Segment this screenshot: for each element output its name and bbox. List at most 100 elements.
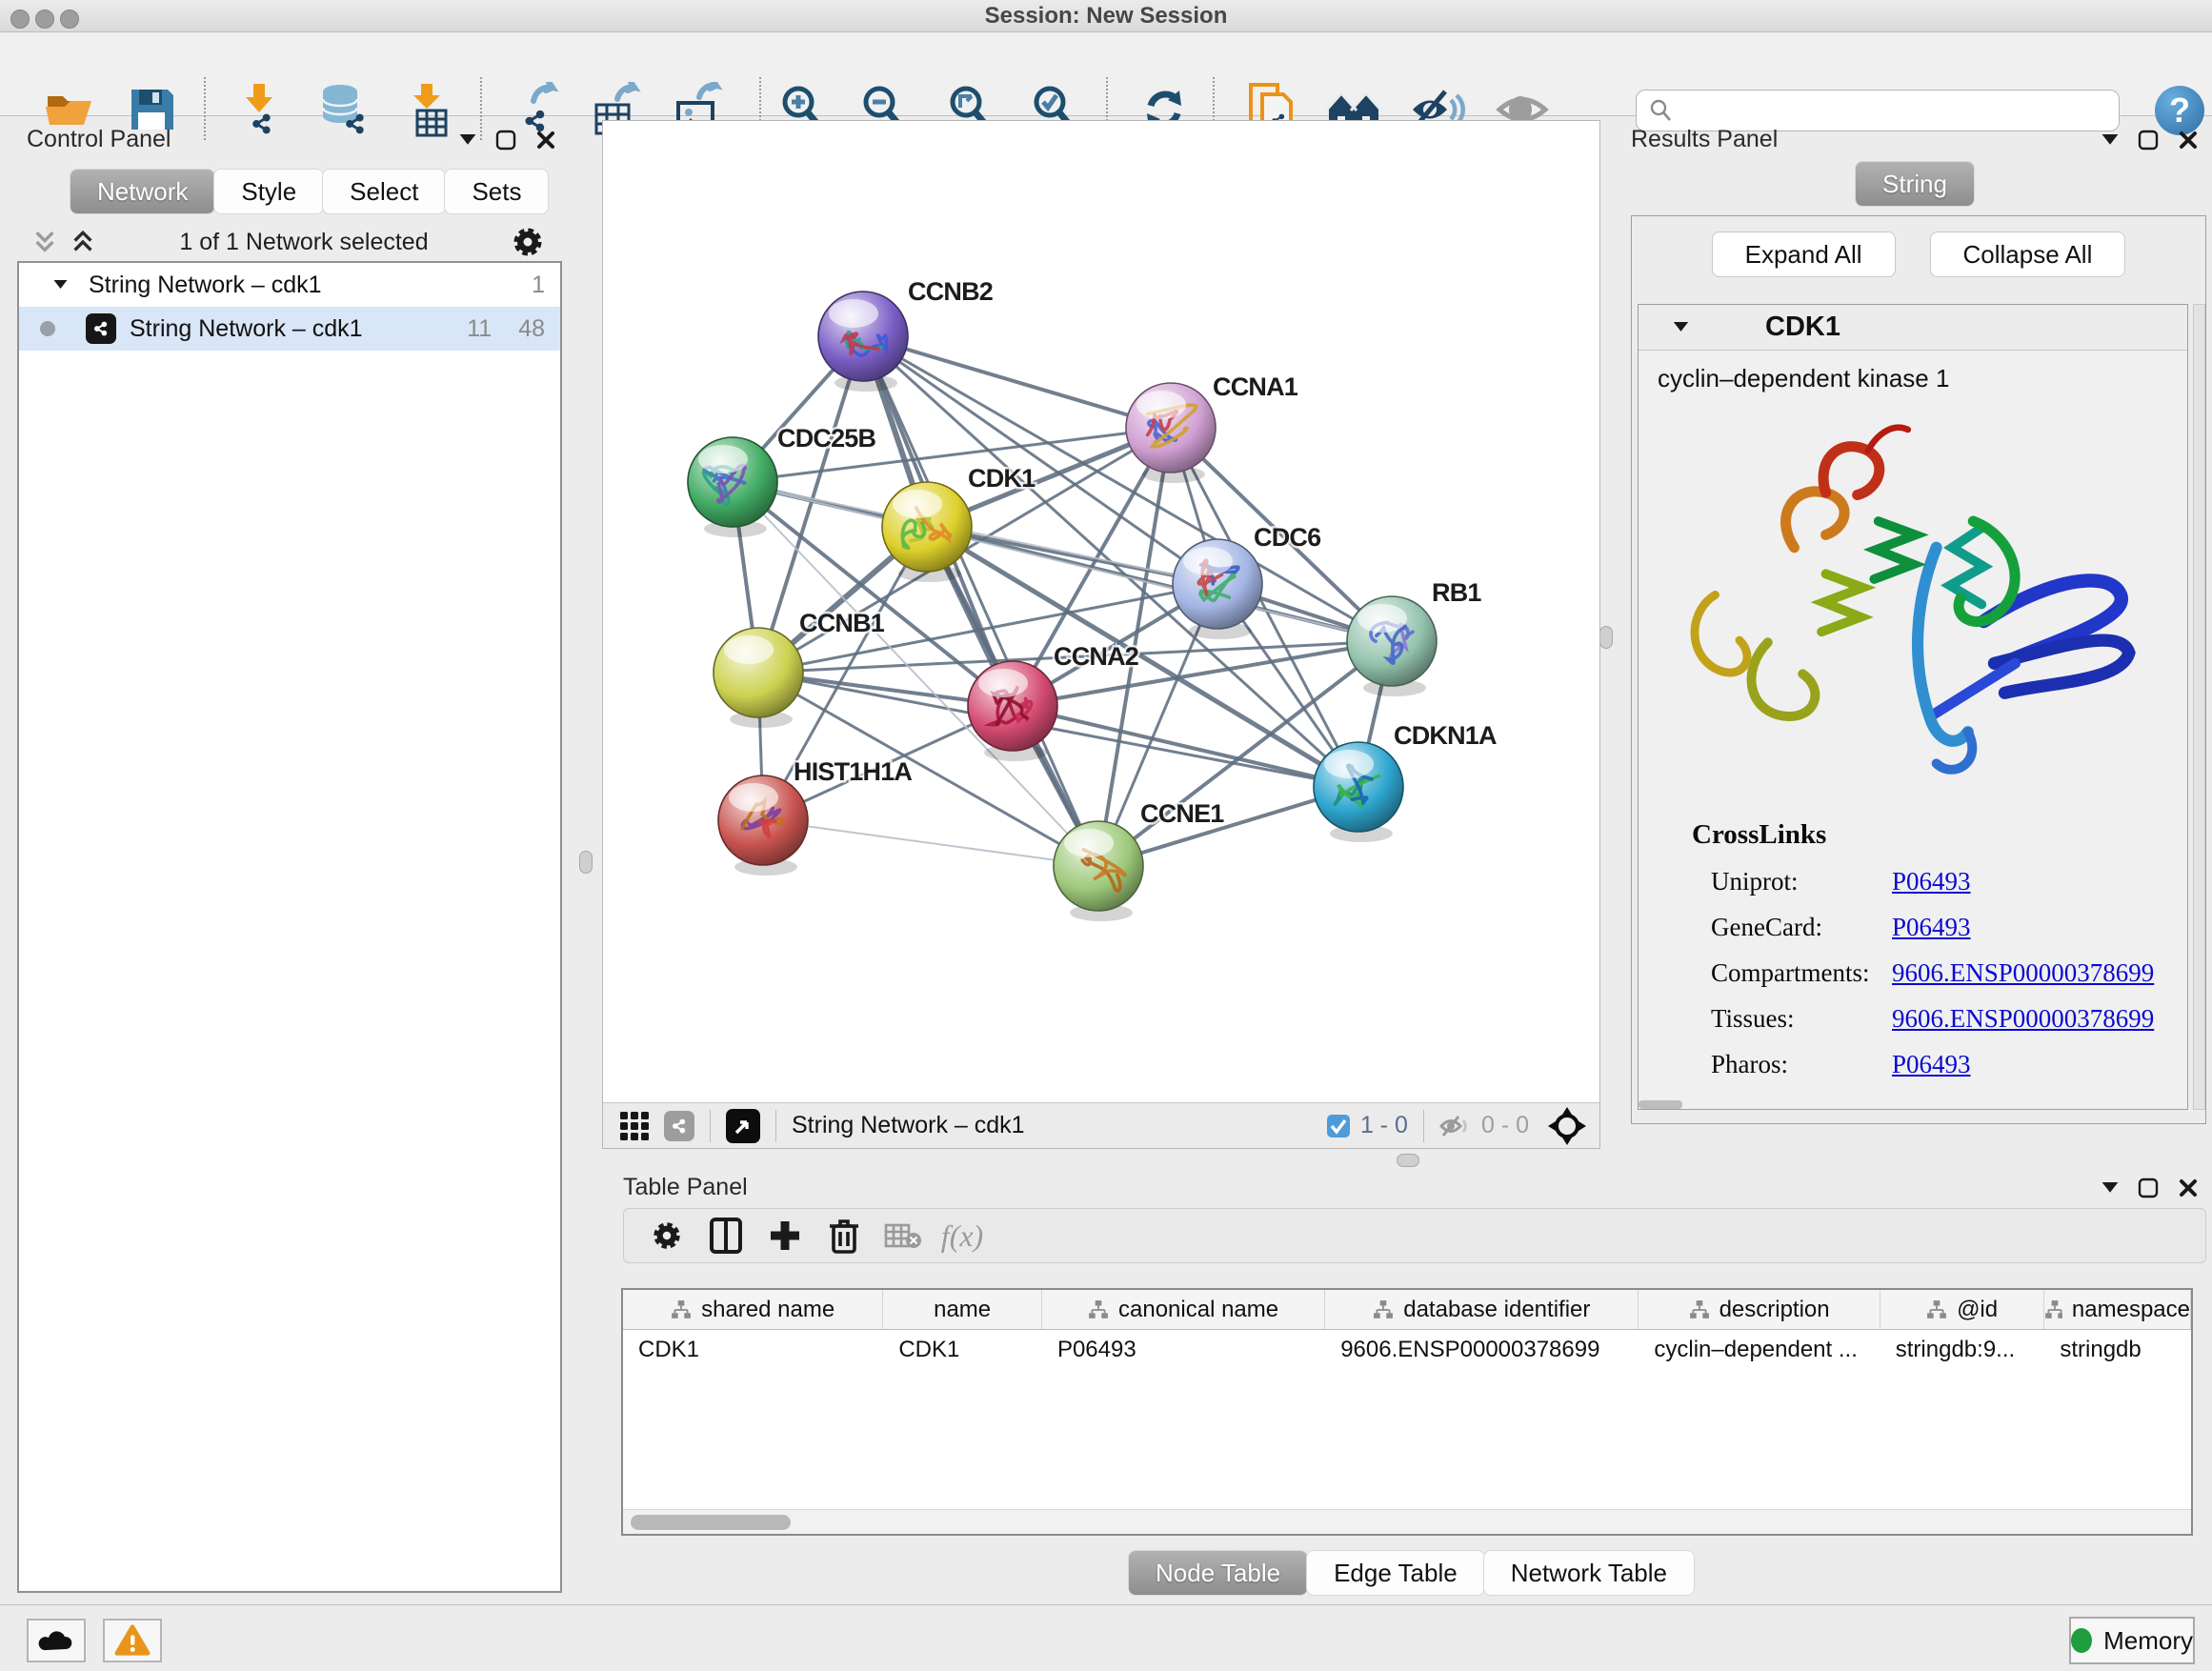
control-panel-tabs: Network Style Select Sets xyxy=(70,170,548,213)
collection-count: 1 xyxy=(532,272,545,299)
collapse-all-icon[interactable] xyxy=(30,229,59,255)
column-header-canonical-name[interactable]: canonical name xyxy=(1042,1290,1325,1329)
horizontal-splitter-handle[interactable] xyxy=(1397,1154,1419,1167)
horizontal-scrollbar-thumb[interactable] xyxy=(1639,1100,1682,1109)
column-header-shared-name[interactable]: shared name xyxy=(623,1290,883,1329)
panel-menu-icon[interactable] xyxy=(2101,134,2119,146)
tab-network-table[interactable]: Network Table xyxy=(1484,1551,1694,1595)
table-row[interactable]: CDK1CDK1P064939606.ENSP00000378699cyclin… xyxy=(623,1330,2191,1370)
panel-close-icon[interactable] xyxy=(2178,1178,2199,1198)
table-settings-button[interactable] xyxy=(637,1219,696,1252)
network-node-CCNB1[interactable] xyxy=(714,628,803,728)
network-node-label: CCNA2 xyxy=(1054,642,1138,671)
table-scrollbar-thumb[interactable] xyxy=(631,1515,791,1530)
crosslink-compartments[interactable]: 9606.ENSP00000378699 xyxy=(1892,958,2154,988)
status-bar: Memory xyxy=(0,1604,2212,1671)
tab-string[interactable]: String xyxy=(1856,162,1974,206)
table-cell[interactable]: P06493 xyxy=(1042,1330,1325,1370)
panel-close-icon[interactable] xyxy=(2178,130,2199,151)
network-node-CCNB2[interactable] xyxy=(818,292,908,392)
network-node-label: CCNB1 xyxy=(799,609,885,637)
panel-menu-icon[interactable] xyxy=(459,134,476,146)
function-builder-button[interactable]: f(x) xyxy=(933,1218,992,1254)
table-cell[interactable]: cyclin–dependent ... xyxy=(1639,1330,1880,1370)
network-label: String Network – cdk1 xyxy=(130,315,363,343)
network-type-badge-icon[interactable] xyxy=(664,1111,694,1141)
tab-style[interactable]: Style xyxy=(214,170,323,213)
tab-node-table[interactable]: Node Table xyxy=(1129,1551,1307,1595)
crosslink-label: Pharos: xyxy=(1711,1050,1892,1079)
network-node-HIST1H1A[interactable] xyxy=(718,775,808,876)
tab-select[interactable]: Select xyxy=(323,170,445,213)
application-window: Session: New Session xyxy=(0,0,2212,1671)
hierarchy-icon xyxy=(1689,1299,1710,1320)
column-header--id[interactable]: @id xyxy=(1880,1290,2045,1329)
crosslink-uniprot[interactable]: P06493 xyxy=(1892,867,1971,896)
network-node-RB1[interactable] xyxy=(1347,596,1437,696)
string-results-box: Expand All Collapse All CDK1 cyclin–depe… xyxy=(1631,215,2206,1124)
tab-sets[interactable]: Sets xyxy=(445,170,548,213)
gear-icon[interactable] xyxy=(511,225,545,259)
results-panel: Results Panel String Expand All Collapse… xyxy=(1612,118,2212,1158)
network-edge[interactable] xyxy=(1013,706,1358,787)
panel-close-icon[interactable] xyxy=(535,130,556,151)
column-header-database-identifier[interactable]: database identifier xyxy=(1325,1290,1639,1329)
table-cell[interactable]: 9606.ENSP00000378699 xyxy=(1325,1330,1639,1370)
network-edge[interactable] xyxy=(763,820,1098,866)
expand-all-button[interactable]: Expand All xyxy=(1712,232,1896,277)
network-view-title: String Network – cdk1 xyxy=(792,1112,1025,1139)
fit-selected-crosshair-icon[interactable] xyxy=(1548,1107,1586,1145)
network-node-CDC6[interactable] xyxy=(1173,539,1262,639)
delete-column-button[interactable] xyxy=(814,1217,874,1255)
table-cell[interactable]: CDK1 xyxy=(883,1330,1042,1370)
birdseye-view-icon[interactable] xyxy=(726,1109,760,1143)
network-edge[interactable] xyxy=(863,336,1171,428)
crosslink-genecard[interactable]: P06493 xyxy=(1892,913,1971,942)
panel-float-icon[interactable] xyxy=(2138,1178,2159,1198)
create-column-button[interactable] xyxy=(755,1218,814,1253)
tab-edge-table[interactable]: Edge Table xyxy=(1307,1551,1484,1595)
left-splitter-handle[interactable] xyxy=(579,851,593,874)
hierarchy-icon xyxy=(1088,1299,1109,1320)
table-horizontal-scrollbar[interactable] xyxy=(623,1509,2191,1534)
network-graph[interactable]: CCNB2CCNA1CDC25BCDK1CDC6RB1CCNB1CCNA2CDK… xyxy=(603,121,1599,1102)
network-node-CCNA1[interactable] xyxy=(1126,383,1216,483)
memory-button[interactable]: Memory xyxy=(2069,1617,2195,1664)
selected-checkbox-icon[interactable] xyxy=(1326,1114,1351,1138)
panel-float-icon[interactable] xyxy=(495,130,516,151)
grid-view-icon[interactable] xyxy=(618,1110,651,1142)
table-cell[interactable]: CDK1 xyxy=(623,1330,883,1370)
column-header-name[interactable]: name xyxy=(883,1290,1042,1329)
cloud-icon xyxy=(37,1626,75,1655)
tree-expander-icon[interactable] xyxy=(53,280,68,290)
cloud-status-button[interactable] xyxy=(27,1619,86,1662)
expand-all-icon[interactable] xyxy=(69,229,97,255)
gene-section-header[interactable]: CDK1 xyxy=(1639,305,2187,351)
column-header-description[interactable]: description xyxy=(1639,1290,1880,1329)
vertical-scrollbar[interactable] xyxy=(2193,304,2205,1110)
panel-menu-icon[interactable] xyxy=(2101,1182,2119,1194)
crosslink-tissues[interactable]: 9606.ENSP00000378699 xyxy=(1892,1004,2154,1034)
hidden-eye-icon[interactable] xyxy=(1439,1114,1472,1138)
network-node-CCNE1[interactable] xyxy=(1054,821,1143,921)
warning-icon xyxy=(114,1623,151,1658)
table-cell[interactable]: stringdb:9... xyxy=(1880,1330,2045,1370)
crosslink-pharos[interactable]: P06493 xyxy=(1892,1050,1971,1079)
control-panel: Control Panel Network Style Select Sets … xyxy=(8,118,570,1602)
tab-network[interactable]: Network xyxy=(70,170,214,213)
network-edge[interactable] xyxy=(863,336,1098,866)
network-node-CDC25B[interactable] xyxy=(688,437,777,537)
show-columns-button[interactable] xyxy=(696,1217,755,1255)
delete-table-button[interactable] xyxy=(874,1221,933,1250)
network-node-CDKN1A[interactable] xyxy=(1314,742,1403,842)
column-header-namespace[interactable]: namespace xyxy=(2044,1290,2191,1329)
collapse-all-button[interactable]: Collapse All xyxy=(1930,232,2126,277)
section-expander-icon[interactable] xyxy=(1673,322,1689,332)
panel-float-icon[interactable] xyxy=(2138,130,2159,151)
warnings-button[interactable] xyxy=(103,1619,162,1662)
table-cell[interactable]: stringdb xyxy=(2044,1330,2191,1370)
network-collection-row[interactable]: String Network – cdk1 1 xyxy=(19,263,560,307)
right-splitter-handle[interactable] xyxy=(1599,626,1613,649)
network-row[interactable]: String Network – cdk1 11 48 xyxy=(19,307,560,351)
gene-description: cyclin–dependent kinase 1 xyxy=(1658,364,1949,393)
